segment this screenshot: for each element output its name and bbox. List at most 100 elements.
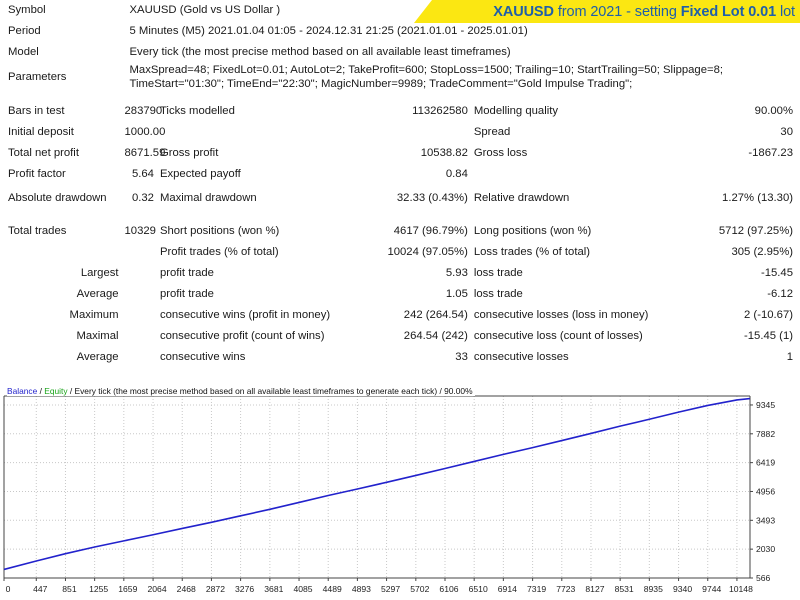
avg-consecutive-losses-label: consecutive losses [473,351,569,364]
svg-text:851: 851 [62,584,77,594]
initial-deposit-value: 1000.00 [124,126,166,139]
table-row-absolute-drawdown: Absolute drawdown 0.32 Maximal drawdown … [0,185,800,212]
relative-drawdown-value: 1.27% (13.30) [722,192,793,205]
maximum-label: Maximum [69,309,119,322]
svg-text:1659: 1659 [118,584,137,594]
table-row-profit-trades: Profit trades (% of total) 10024 (97.05%… [0,242,800,263]
symbol-value: XAUUSD (Gold vs US Dollar ) [129,4,281,17]
avg-consecutive-wins-label: consecutive wins [159,351,246,364]
svg-text:2468: 2468 [177,584,196,594]
empty-cell-8 [122,284,157,305]
svg-text:8531: 8531 [615,584,634,594]
svg-text:6106: 6106 [439,584,458,594]
max-consecutive-losses-label: consecutive losses (loss in money) [473,309,649,322]
svg-text:8127: 8127 [585,584,604,594]
svg-text:5297: 5297 [381,584,400,594]
table-row-maximal: Maximal consecutive profit (count of win… [0,326,800,347]
svg-text:9744: 9744 [702,584,721,594]
empty-cell-4 [653,164,800,185]
table-row-total-trades: Total trades 10329 Short positions (won … [0,221,800,242]
period-value: 5 Minutes (M5) 2021.01.04 01:05 - 2024.1… [129,25,528,38]
table-row-average: Average profit trade 1.05 loss trade -6.… [0,284,800,305]
model-value: Every tick (the most precise method base… [129,46,511,59]
relative-drawdown-label: Relative drawdown [473,192,570,205]
maximal-label: Maximal [76,330,119,343]
symbol-label: Symbol [8,4,46,17]
empty-cell-5 [0,242,122,263]
ticks-modelled-label: Ticks modelled [159,105,235,118]
svg-text:4893: 4893 [352,584,371,594]
svg-text:4085: 4085 [293,584,312,594]
gross-profit-label: Gross profit [159,147,219,160]
largest-loss-trade-label: loss trade [473,267,523,280]
table-row-maximum: Maximum consecutive wins (profit in mone… [0,305,800,326]
profit-trades-label: Profit trades (% of total) [159,246,279,259]
parameters-value: MaxSpread=48; FixedLot=0.01; AutoLot=2; … [129,64,724,91]
largest-label: Largest [80,267,119,280]
average-label: Average [76,288,119,301]
svg-text:447: 447 [33,584,48,594]
bars-in-test-value: 283790 [124,105,163,118]
table-row-profit-factor: Profit factor 5.64 Expected payoff 0.84 [0,164,800,185]
gross-loss-value: -1867.23 [748,147,793,160]
gross-profit-value: 10538.82 [420,147,468,160]
strategy-tester-report: Symbol XAUUSD (Gold vs US Dollar ) Perio… [0,0,800,368]
legend-description: / Every tick (the most precise method ba… [67,386,473,396]
absolute-drawdown-label: Absolute drawdown [8,192,107,205]
svg-text:2030: 2030 [756,544,775,554]
avg-consecutive-losses-value: 1 [786,351,793,364]
modelling-quality-label: Modelling quality [473,105,559,118]
maximal-consecutive-loss-label: consecutive loss (count of losses) [473,330,643,343]
svg-text:566: 566 [756,573,771,583]
svg-text:6510: 6510 [469,584,488,594]
svg-text:7723: 7723 [556,584,575,594]
svg-text:9340: 9340 [673,584,692,594]
svg-text:7882: 7882 [756,429,775,439]
legend-balance: Balance [7,386,38,396]
modelling-quality-value: 90.00% [754,105,793,118]
largest-profit-trade-value: 5.93 [445,267,468,280]
average2-label: Average [76,351,119,364]
svg-text:3493: 3493 [756,515,775,525]
empty-cell-7 [122,263,157,284]
balance-equity-chart: Balance / Equity / Every tick (the most … [2,385,798,597]
svg-text:0: 0 [6,584,11,594]
avg-consecutive-wins-value: 33 [455,351,468,364]
largest-profit-trade-label: profit trade [159,267,214,280]
svg-text:5702: 5702 [410,584,429,594]
total-net-profit-value: 8671.59 [124,147,166,160]
svg-text:2064: 2064 [148,584,167,594]
max-consecutive-losses-value: 2 (-10.67) [744,309,793,322]
profit-factor-label: Profit factor [8,168,66,181]
svg-text:3276: 3276 [235,584,254,594]
total-trades-label: Total trades [8,225,67,238]
absolute-drawdown-value: 0.32 [131,192,154,205]
svg-text:7319: 7319 [527,584,546,594]
average-loss-trade-label: loss trade [473,288,523,301]
table-row-initial-deposit: Initial deposit 1000.00 Spread 30 [0,122,800,143]
parameters-label: Parameters [8,71,67,84]
loss-trades-label: Loss trades (% of total) [473,246,591,259]
average-profit-trade-label: profit trade [159,288,214,301]
bars-in-test-label: Bars in test [8,105,65,118]
table-row-period: Period 5 Minutes (M5) 2021.01.04 01:05 -… [0,21,800,42]
chart-legend: Balance / Equity / Every tick (the most … [7,386,475,396]
report-table: Symbol XAUUSD (Gold vs US Dollar ) Perio… [0,0,800,368]
short-positions-value: 4617 (96.79%) [393,225,468,238]
svg-text:4956: 4956 [756,486,775,496]
expected-payoff-value: 0.84 [445,168,468,181]
maximal-consecutive-loss-value: -15.45 (1) [744,330,793,343]
profit-factor-value: 5.64 [131,168,154,181]
ticks-modelled-value: 113262580 [412,105,468,118]
table-row-model: Model Every tick (the most precise metho… [0,42,800,63]
row-spacer-1 [0,92,800,101]
total-net-profit-label: Total net profit [8,147,79,160]
table-row-parameters: Parameters MaxSpread=48; FixedLot=0.01; … [0,63,800,92]
spread-label: Spread [473,126,511,139]
svg-text:6914: 6914 [498,584,517,594]
svg-text:8935: 8935 [644,584,663,594]
table-row-bars-in-test: Bars in test 283790 Ticks modelled 11326… [0,101,800,122]
max-consecutive-wins-label: consecutive wins (profit in money) [159,309,331,322]
chart-svg: 566 2030 3493 4956 6419 7882 9345 0 447 851 1255 16… [2,385,798,597]
empty-cell-9 [122,305,157,326]
